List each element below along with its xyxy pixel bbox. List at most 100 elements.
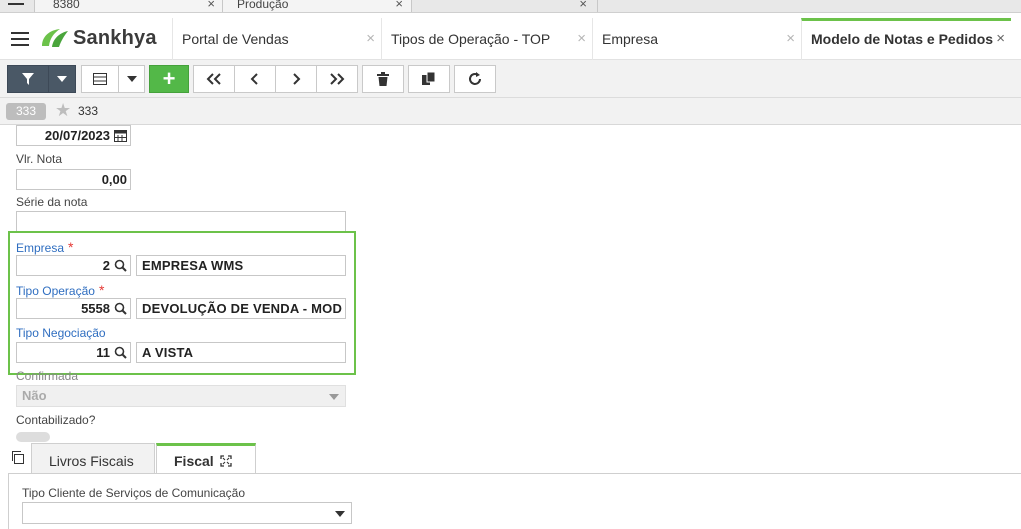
empresa-code-field[interactable]: 2 (16, 255, 131, 276)
app-tab-portal-vendas[interactable]: Portal de Vendas × (172, 18, 381, 60)
trash-icon (377, 72, 389, 86)
tipo-negociacao-code-field[interactable]: 11 (16, 342, 131, 363)
browser-menu-icon[interactable] (8, 0, 24, 11)
refresh-button[interactable] (454, 65, 496, 93)
grid-icon (93, 73, 107, 85)
close-icon[interactable]: × (366, 30, 375, 47)
tab-label: Livros Fiscais (49, 453, 134, 469)
duplicate-window-icon[interactable] (10, 450, 25, 465)
serie-nota-label: Série da nota (16, 195, 88, 209)
search-icon[interactable] (114, 259, 127, 272)
refresh-icon (469, 72, 481, 85)
fiscal-tab-panel: Tipo Cliente de Serviços de Comunicação (8, 473, 1021, 529)
close-icon[interactable]: × (395, 0, 403, 11)
expand-icon[interactable] (220, 455, 232, 467)
last-record-button[interactable] (316, 65, 358, 93)
contabilizado-label: Contabilizado? (16, 413, 96, 427)
required-mark: * (68, 239, 74, 255)
brand-name: Sankhya (73, 27, 157, 49)
record-bar: 333 ★ 333 (0, 98, 1021, 125)
record-badge: 333 (6, 103, 46, 120)
app-tab-empresa[interactable]: Empresa × (592, 18, 801, 60)
delete-button[interactable] (362, 65, 404, 93)
dropdown-icon (126, 76, 137, 82)
tab-label: Fiscal (174, 453, 214, 469)
sankhya-logo[interactable]: Sankhya (40, 26, 160, 52)
first-record-button[interactable] (193, 65, 235, 93)
search-icon[interactable] (114, 346, 127, 359)
browser-tab[interactable]: Produção × (222, 0, 412, 12)
chevron-down-icon (335, 511, 345, 517)
app-tab-modelo-notas[interactable]: Modelo de Notas e Pedidos × (801, 18, 1011, 60)
duplicate-button[interactable] (408, 65, 450, 93)
filter-dropdown-button[interactable] (48, 65, 76, 93)
browser-tab-label: Produção (237, 0, 289, 11)
app-tab-label: Empresa (602, 31, 659, 47)
tipo-operacao-label: Tipo Operação * (16, 282, 104, 298)
close-icon[interactable]: × (207, 0, 215, 11)
tipo-negociacao-code: 11 (96, 345, 110, 360)
date-field[interactable]: 20/07/2023 (16, 125, 131, 146)
browser-tab-strip: 8380 × Produção × × (0, 0, 1021, 13)
tab-livros-fiscais[interactable]: Livros Fiscais (31, 443, 155, 474)
browser-tab[interactable]: × (412, 0, 598, 12)
toolbar: + (0, 60, 1021, 98)
chevron-down-icon (329, 394, 339, 400)
star-icon[interactable]: ★ (55, 100, 71, 121)
app-header: Sankhya Portal de Vendas × Tipos de Oper… (0, 18, 1021, 60)
sankhya-leaf-icon (42, 29, 68, 47)
copy-icon (422, 72, 436, 85)
tipo-negociacao-label: Tipo Negociação (16, 326, 106, 340)
empresa-code: 2 (102, 258, 110, 273)
required-mark: * (98, 282, 105, 298)
vlr-nota-label: Vlr. Nota (16, 152, 63, 166)
browser-tab-label: 8380 (53, 0, 80, 11)
filter-button[interactable] (7, 65, 49, 93)
next-record-button[interactable] (275, 65, 317, 93)
empresa-name: EMPRESA WMS (142, 258, 244, 273)
vlr-nota-field[interactable]: 0,00 (16, 169, 131, 190)
browser-tab[interactable]: 8380 × (34, 0, 224, 12)
previous-record-button[interactable] (234, 65, 276, 93)
record-title: 333 (78, 104, 99, 118)
empresa-name-field[interactable]: EMPRESA WMS (136, 255, 346, 276)
serie-nota-field[interactable] (16, 211, 346, 232)
confirmada-value: Não (22, 388, 47, 403)
tipo-cliente-select[interactable] (22, 502, 352, 524)
filter-icon (22, 73, 34, 85)
tab-fiscal[interactable]: Fiscal (156, 443, 256, 474)
add-button[interactable]: + (149, 65, 189, 93)
tipo-cliente-label: Tipo Cliente de Serviços de Comunicação (22, 486, 246, 500)
app-tab-label: Modelo de Notas e Pedidos (811, 31, 994, 47)
hamburger-menu-icon[interactable] (11, 32, 29, 46)
next-icon (293, 73, 301, 85)
close-icon[interactable]: × (579, 0, 587, 11)
close-icon[interactable]: × (786, 30, 795, 47)
app-tab-label: Tipos de Operação - TOP (391, 31, 551, 47)
tipo-operacao-name: DEVOLUÇÃO DE VENDA - MOD (( (142, 301, 346, 316)
date-value: 20/07/2023 (44, 128, 110, 143)
tipo-negociacao-name-field[interactable]: A VISTA (136, 342, 346, 363)
calendar-icon[interactable] (114, 129, 127, 142)
grid-view-button[interactable] (81, 65, 119, 93)
contabilizado-toggle[interactable] (16, 432, 50, 442)
confirmada-select: Não (16, 385, 346, 407)
vlr-nota-value: 0,00 (101, 172, 127, 187)
prev-icon (250, 73, 258, 85)
tipo-operacao-label-text: Tipo Operação (16, 284, 95, 298)
tipo-operacao-code: 5558 (81, 301, 110, 316)
add-icon: + (162, 66, 176, 91)
empresa-label: Empresa * (16, 239, 73, 255)
grid-dropdown-button[interactable] (118, 65, 145, 93)
close-icon[interactable]: × (577, 30, 586, 47)
search-icon[interactable] (114, 302, 127, 315)
tipo-operacao-name-field[interactable]: DEVOLUÇÃO DE VENDA - MOD (( (136, 298, 346, 319)
close-icon[interactable]: × (996, 30, 1005, 47)
empresa-label-text: Empresa (16, 241, 65, 255)
app-tab-label: Portal de Vendas (182, 31, 289, 47)
tipo-operacao-code-field[interactable]: 5558 (16, 298, 131, 319)
app-tab-tipos-operacao[interactable]: Tipos de Operação - TOP × (381, 18, 592, 60)
dropdown-icon (57, 76, 67, 82)
last-icon (330, 73, 345, 85)
confirmada-label: Confirmada (16, 369, 79, 383)
